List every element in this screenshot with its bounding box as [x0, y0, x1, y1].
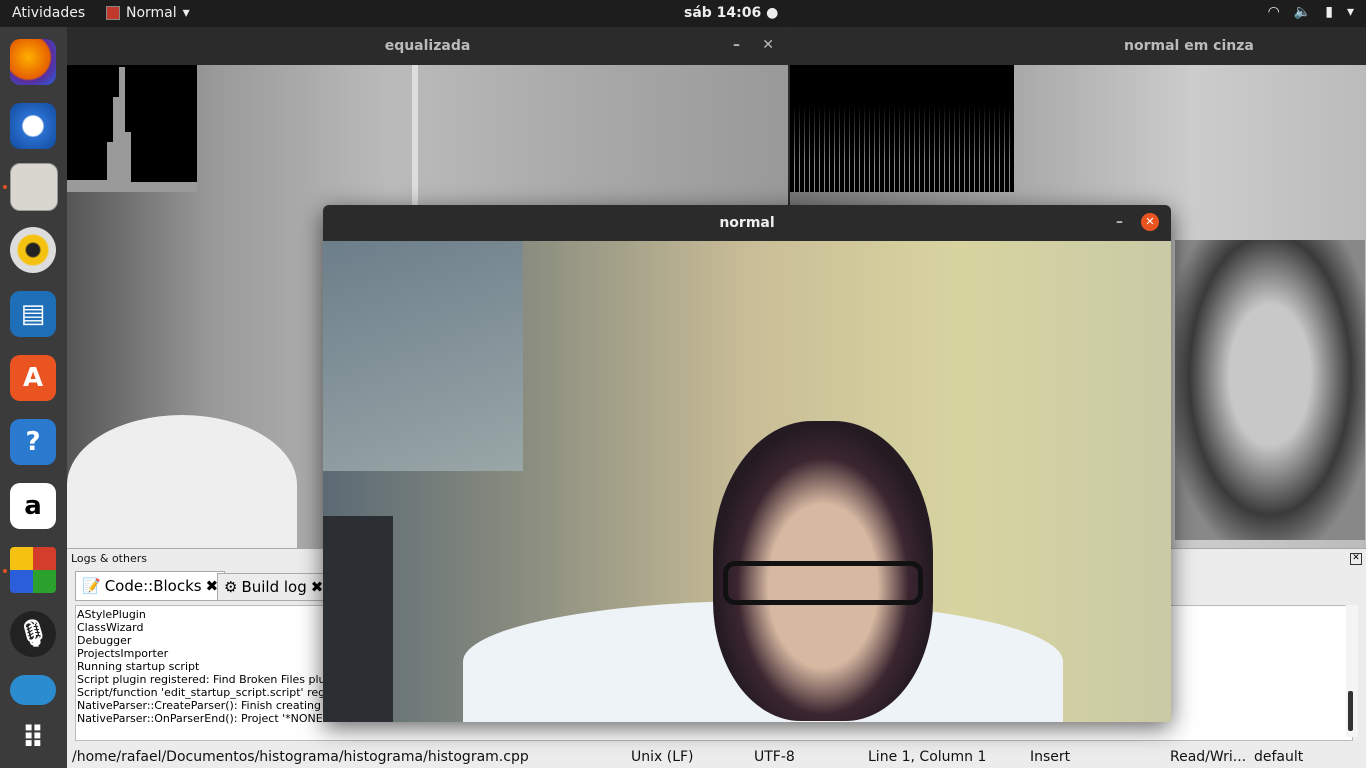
- battery-icon: ▮: [1325, 4, 1333, 20]
- file-path: /home/rafael/Documentos/histograma/histo…: [72, 749, 529, 765]
- app-menu[interactable]: Normal ▾: [106, 5, 190, 21]
- wifi-icon: ◠: [1267, 4, 1280, 20]
- gear-icon: ⚙: [224, 578, 238, 596]
- insert-mode: Insert: [1030, 749, 1071, 765]
- close-icon[interactable]: ✖: [311, 578, 324, 596]
- minimize-icon[interactable]: –: [1116, 214, 1123, 230]
- clock-label: sáb 14:06: [684, 5, 762, 21]
- tab-label: Build log: [241, 578, 307, 596]
- help-icon[interactable]: ?: [10, 419, 56, 465]
- running-indicator: [3, 185, 7, 189]
- close-icon[interactable]: ✕: [1141, 213, 1159, 231]
- rhythmbox-icon[interactable]: [10, 227, 56, 273]
- dock: ▤ A ? a 🎙 ⠿: [0, 27, 67, 768]
- files-icon[interactable]: [10, 163, 58, 211]
- image-region: [1175, 240, 1365, 540]
- codeblocks-icon[interactable]: [10, 547, 56, 593]
- window-normal[interactable]: normal – ✕: [323, 205, 1171, 722]
- volume-icon: 🔈: [1293, 4, 1312, 20]
- tab-build-log[interactable]: ⚙ Build log ✖: [217, 573, 331, 601]
- window-title: normal em cinza: [1124, 38, 1254, 54]
- window-titlebar[interactable]: normal em cinza: [790, 27, 1366, 65]
- image-region: [723, 561, 923, 605]
- close-icon[interactable]: ✕: [762, 37, 774, 53]
- clock[interactable]: sáb 14:06 ●: [684, 5, 778, 21]
- chevron-down-icon: ▾: [1346, 4, 1354, 20]
- image-region: [323, 241, 523, 471]
- window-title: normal: [719, 215, 775, 231]
- apps-grid-icon[interactable]: ⠿: [10, 715, 56, 761]
- scrollbar-thumb[interactable]: [1348, 691, 1353, 731]
- window-titlebar[interactable]: equalizada – ✕: [67, 27, 788, 65]
- app-menu-label: Normal: [126, 5, 177, 21]
- tab-codeblocks[interactable]: 📝 Code::Blocks ✖: [75, 571, 226, 601]
- amazon-icon[interactable]: a: [10, 483, 56, 529]
- window-titlebar[interactable]: normal – ✕: [323, 205, 1171, 241]
- notepad-icon: 📝: [82, 577, 101, 595]
- activities-button[interactable]: Atividades: [12, 5, 85, 21]
- image-region: [67, 415, 297, 548]
- close-icon[interactable]: ✕: [1350, 553, 1362, 565]
- encoding: UTF-8: [754, 749, 795, 765]
- camera-image: [323, 241, 1171, 722]
- system-tray[interactable]: ◠ 🔈 ▮ ▾: [1268, 4, 1354, 20]
- running-indicator: [3, 569, 7, 573]
- app-icon: [106, 6, 120, 20]
- log-scrollbar[interactable]: [1346, 605, 1358, 737]
- software-icon[interactable]: A: [10, 355, 56, 401]
- profile: default: [1254, 749, 1304, 765]
- histogram-equalizada: [67, 65, 197, 192]
- access-mode: Read/Wri...: [1170, 749, 1247, 765]
- chevron-down-icon: ▾: [182, 5, 190, 21]
- status-bar: /home/rafael/Documentos/histograma/histo…: [67, 745, 1366, 768]
- window-title: equalizada: [384, 38, 471, 54]
- minimize-icon[interactable]: –: [733, 37, 740, 53]
- cursor-position: Line 1, Column 1: [868, 749, 987, 765]
- tab-label: Code::Blocks: [104, 577, 202, 595]
- top-bar: Atividades Normal ▾ sáb 14:06 ● ◠ 🔈 ▮ ▾: [0, 0, 1366, 27]
- firefox-icon[interactable]: [10, 39, 56, 85]
- image-region: [323, 516, 393, 722]
- thunderbird-icon[interactable]: [10, 103, 56, 149]
- writer-icon[interactable]: ▤: [10, 291, 56, 337]
- histogram-normal-em-cinza: [790, 65, 1014, 192]
- logs-header: Logs & others: [71, 552, 147, 565]
- eol-mode: Unix (LF): [631, 749, 694, 765]
- telegram-icon[interactable]: [10, 675, 56, 705]
- voice-icon[interactable]: 🎙: [10, 611, 56, 657]
